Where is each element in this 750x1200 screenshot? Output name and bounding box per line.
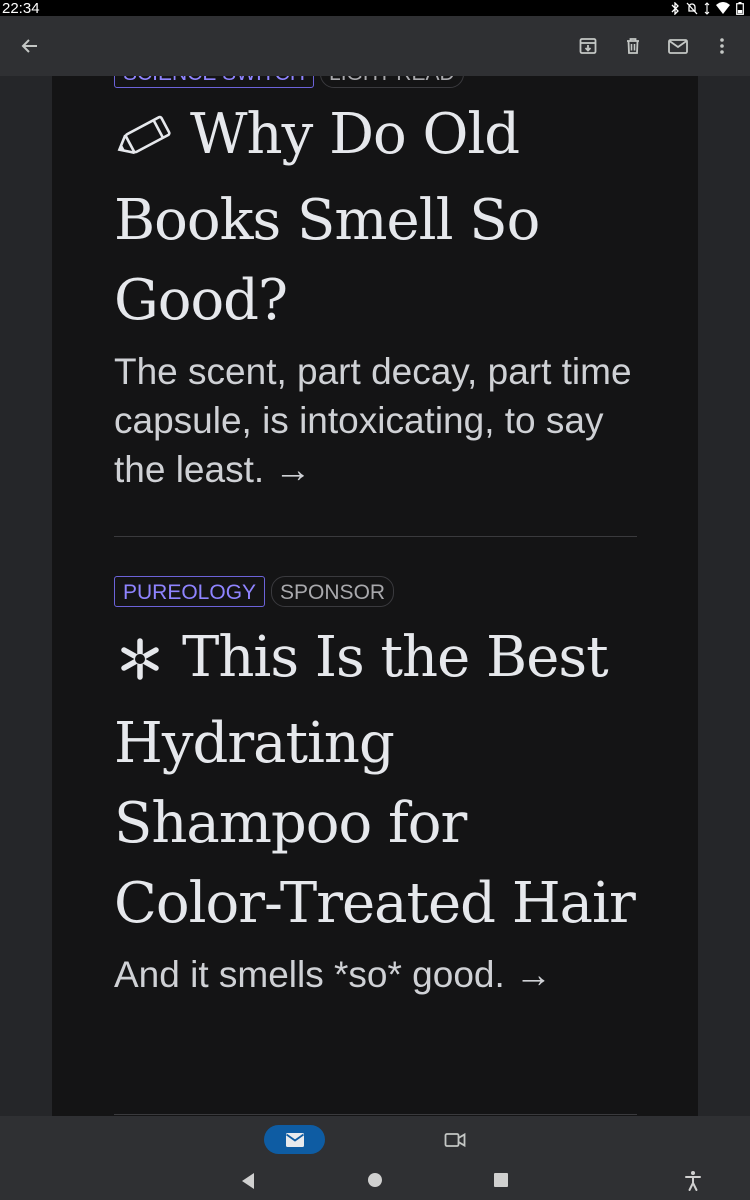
system-navigation-bar xyxy=(0,1162,750,1200)
tag-label: SPONSOR xyxy=(271,576,395,607)
email-body[interactable]: SCIENCE SWITCH LIGHT READ Why Do Old Boo… xyxy=(52,76,698,1116)
system-recents-button[interactable] xyxy=(493,1172,509,1188)
mail-tab[interactable] xyxy=(264,1125,325,1154)
tag-category[interactable]: SCIENCE SWITCH xyxy=(114,76,315,88)
more-options-button[interactable] xyxy=(707,31,737,61)
asterisk-icon xyxy=(114,624,166,704)
back-arrow-icon xyxy=(21,39,37,53)
article-headline[interactable]: Why Do Old Books Smell So Good? xyxy=(114,95,637,341)
screen: 22:34 SCIENCE SWI xyxy=(0,0,750,1200)
tag-category[interactable]: PUREOLOGY xyxy=(114,576,266,607)
article-subhead[interactable]: And it smells *so* good. → xyxy=(114,950,637,999)
mail-tab-icon xyxy=(285,1132,304,1147)
left-gutter xyxy=(0,76,52,1116)
meet-tab[interactable] xyxy=(442,1127,468,1153)
video-camera-icon xyxy=(444,1132,466,1148)
archive-icon xyxy=(579,38,597,54)
square-recents-icon xyxy=(494,1173,508,1187)
article-headline[interactable]: This Is the Best Hydrating Shampoo for C… xyxy=(114,618,637,944)
status-bar: 22:34 xyxy=(0,0,750,17)
notifications-off-icon xyxy=(686,2,698,14)
circle-home-icon xyxy=(368,1173,382,1187)
system-back-button[interactable] xyxy=(240,1172,256,1190)
trash-icon xyxy=(627,38,639,54)
triangle-back-icon xyxy=(242,1173,254,1189)
bottom-navigation xyxy=(0,1116,750,1162)
delete-button[interactable] xyxy=(618,31,648,61)
article-card: SCIENCE SWITCH LIGHT READ Why Do Old Boo… xyxy=(114,76,637,494)
data-arrows-icon xyxy=(704,1,710,15)
accessibility-button[interactable] xyxy=(684,1170,702,1192)
email-toolbar xyxy=(0,16,750,76)
article-tags: PUREOLOGY SPONSOR xyxy=(114,576,637,608)
system-home-button[interactable] xyxy=(366,1171,384,1189)
status-icons xyxy=(670,1,744,15)
bluetooth-icon xyxy=(671,1,679,15)
article-tags: SCIENCE SWITCH LIGHT READ xyxy=(114,76,637,89)
mail-icon xyxy=(668,39,688,54)
archive-button[interactable] xyxy=(573,31,603,61)
status-time: 22:34 xyxy=(2,0,40,17)
right-gutter xyxy=(698,76,750,1116)
article-headline-text: This Is the Best Hydrating Shampoo for C… xyxy=(114,625,636,936)
article-headline-text: Why Do Old Books Smell So Good? xyxy=(114,102,540,333)
battery-icon xyxy=(736,1,744,15)
mark-unread-button[interactable] xyxy=(663,31,693,61)
article-subhead[interactable]: The scent, part decay, part time capsule… xyxy=(114,347,637,494)
article-divider xyxy=(114,1114,637,1115)
tag-label: LIGHT READ xyxy=(320,76,464,88)
wifi-icon xyxy=(716,2,730,14)
more-vert-icon xyxy=(720,38,724,54)
article-divider xyxy=(114,536,637,537)
back-button[interactable] xyxy=(15,31,45,61)
article-card: PUREOLOGY SPONSOR This Is the Best Hydra… xyxy=(114,576,637,999)
accessibility-icon xyxy=(685,1171,701,1191)
pencil-icon xyxy=(114,101,176,181)
